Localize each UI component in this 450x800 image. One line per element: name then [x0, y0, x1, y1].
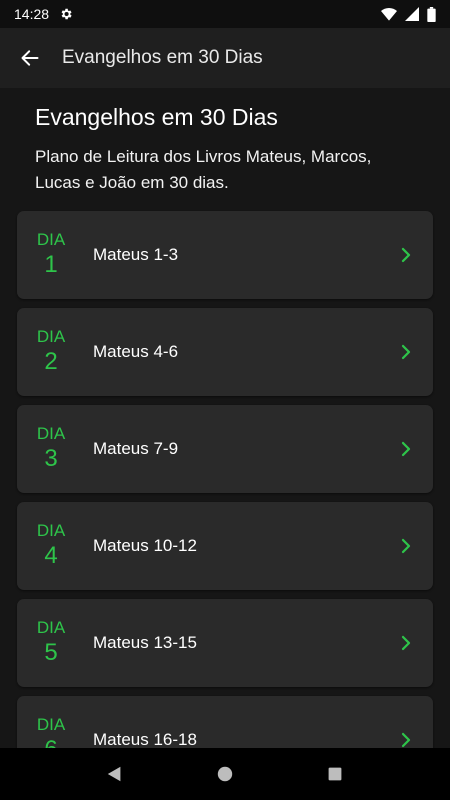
day-card-4[interactable]: DIA 4 Mateus 10-12 [17, 502, 433, 590]
day-prefix: DIA [36, 424, 66, 443]
day-prefix: DIA [36, 521, 66, 540]
plan-title: Evangelhos em 30 Dias [35, 104, 278, 130]
signal-icon [405, 7, 419, 21]
wifi-icon [381, 7, 397, 21]
nav-recents-button[interactable] [315, 754, 355, 794]
plan-content[interactable]: Evangelhos em 30 Dias Plano de Leitura d… [0, 88, 450, 748]
battery-icon [427, 6, 436, 22]
day-badge: DIA 5 [17, 618, 85, 668]
day-number: 2 [44, 348, 58, 375]
day-badge: DIA 3 [17, 424, 85, 474]
day-reading: Mateus 10-12 [93, 536, 197, 555]
day-number: 3 [44, 445, 58, 472]
day-badge: DIA 2 [17, 327, 85, 377]
plan-description: Plano de Leitura dos Livros Mateus, Marc… [35, 147, 372, 192]
day-number: 5 [44, 639, 58, 666]
day-number: 4 [44, 542, 58, 569]
day-prefix: DIA [36, 230, 66, 249]
chevron-right-icon [401, 344, 411, 360]
settings-icon [61, 8, 72, 20]
day-badge: DIA 6 [17, 715, 85, 748]
day-card-1[interactable]: DIA 1 Mateus 1-3 [17, 211, 433, 299]
chevron-right-icon [401, 732, 411, 748]
day-badge: DIA 4 [17, 521, 85, 571]
chevron-right-icon [401, 441, 411, 457]
app-bar-title: Evangelhos em 30 Dias [62, 47, 263, 68]
day-card-5[interactable]: DIA 5 Mateus 13-15 [17, 599, 433, 687]
day-reading: Mateus 16-18 [93, 730, 197, 748]
day-reading: Mateus 1-3 [93, 245, 179, 264]
day-reading: Mateus 4-6 [93, 342, 179, 361]
nav-home-button[interactable] [205, 754, 245, 794]
day-card-2[interactable]: DIA 2 Mateus 4-6 [17, 308, 433, 396]
day-prefix: DIA [36, 327, 66, 346]
home-circle-icon [217, 766, 233, 782]
day-reading: Mateus 13-15 [93, 633, 197, 652]
chevron-right-icon [401, 538, 411, 554]
status-icons [381, 6, 436, 22]
day-number: 1 [44, 251, 58, 278]
status-bar: 14:28 [0, 0, 450, 28]
day-number: 6 [17, 735, 85, 748]
day-badge: DIA 1 [17, 230, 85, 280]
back-triangle-icon [107, 766, 121, 782]
chevron-right-icon [401, 635, 411, 651]
app-bar: Evangelhos em 30 Dias [0, 28, 450, 88]
nav-back-button[interactable] [95, 754, 135, 794]
day-prefix: DIA [36, 618, 66, 637]
day-card-6[interactable]: DIA 6 Mateus 16-18 [17, 696, 433, 748]
day-card-3[interactable]: DIA 3 Mateus 7-9 [17, 405, 433, 493]
system-nav-bar [0, 748, 450, 800]
day-reading: Mateus 7-9 [93, 439, 179, 458]
recents-square-icon [328, 767, 342, 781]
back-button[interactable] [0, 28, 60, 88]
status-time: 14:28 [14, 6, 50, 22]
day-prefix: DIA [36, 715, 66, 734]
day-list: DIA 1 Mateus 1-3 DIA 2 Mateus 4-6 DIA 3 [17, 211, 433, 748]
chevron-right-icon [401, 247, 411, 263]
arrow-left-icon [21, 50, 39, 66]
